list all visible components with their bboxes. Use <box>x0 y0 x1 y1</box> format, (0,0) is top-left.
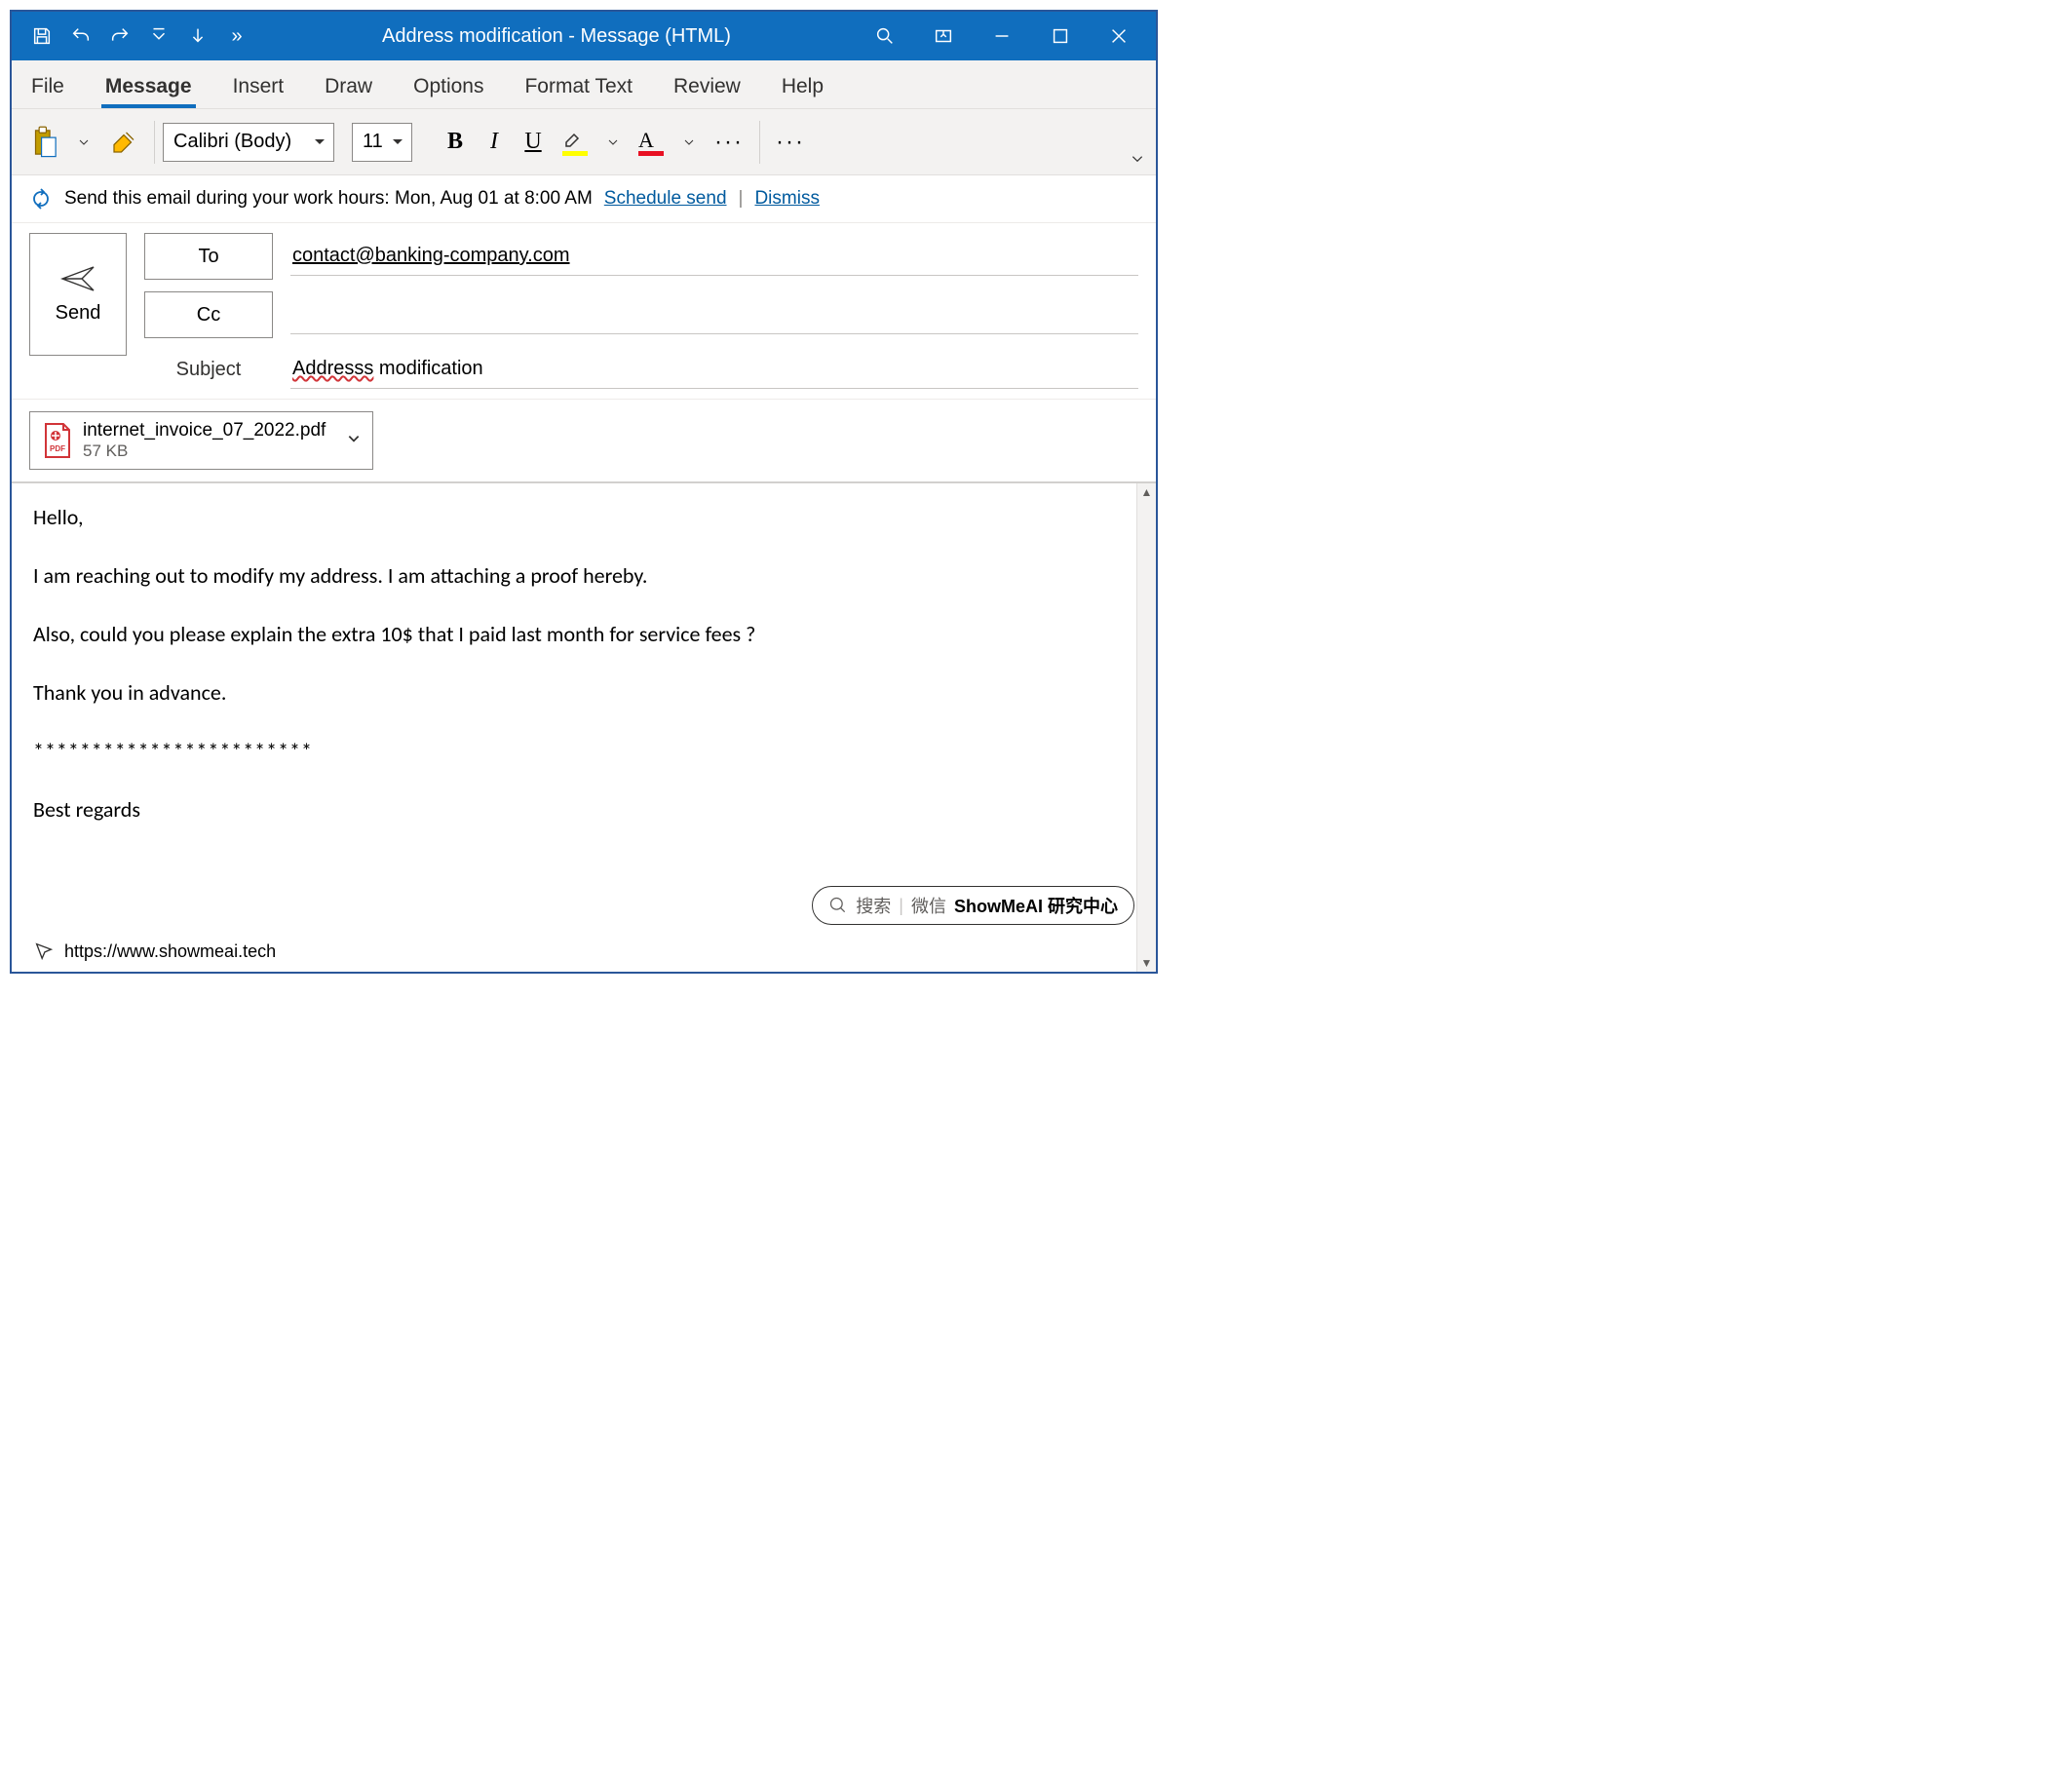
svg-text:PDF: PDF <box>50 444 65 453</box>
banner-separator: | <box>739 188 744 210</box>
save-icon[interactable] <box>25 19 58 53</box>
schedule-banner: Send this email during your work hours: … <box>12 175 1156 223</box>
body-line: Also, could you please explain the extra… <box>33 618 1134 651</box>
quick-access-toolbar: » <box>12 19 253 53</box>
subject-label: Subject <box>144 359 273 381</box>
tab-review[interactable]: Review <box>670 67 745 108</box>
font-name-combo[interactable] <box>163 123 334 162</box>
title-bar: » Address modification - Message (HTML) <box>12 12 1156 60</box>
qat-down-icon[interactable] <box>181 19 214 53</box>
highlight-dropdown[interactable] <box>599 121 627 164</box>
body-line: Thank you in advance. <box>33 676 1134 710</box>
underline-button[interactable]: U <box>516 121 551 164</box>
maximize-button[interactable] <box>1035 19 1086 53</box>
to-field[interactable]: contact@banking-company.com <box>290 237 1138 276</box>
attachments-area: PDF internet_invoice_07_2022.pdf 57 KB <box>12 400 1156 483</box>
message-body-area: Hello, I am reaching out to modify my ad… <box>12 483 1156 972</box>
ribbon-collapse-icon[interactable] <box>1131 152 1144 171</box>
message-header: Send To contact@banking-company.com Cc S… <box>12 223 1156 400</box>
schedule-send-link[interactable]: Schedule send <box>604 188 727 210</box>
close-button[interactable] <box>1094 19 1144 53</box>
font-color-button[interactable]: A <box>631 121 671 164</box>
attachment-size: 57 KB <box>83 442 326 461</box>
clock-icon <box>29 187 53 211</box>
attachment-name: internet_invoice_07_2022.pdf <box>83 420 326 442</box>
brand-label: ShowMeAI 研究中心 <box>954 893 1118 918</box>
scroll-down-icon[interactable]: ▼ <box>1138 954 1156 972</box>
tab-file[interactable]: File <box>27 67 68 108</box>
footer-link[interactable]: https://www.showmeai.tech <box>33 941 276 962</box>
tab-format-text[interactable]: Format Text <box>520 67 635 108</box>
scroll-up-icon[interactable]: ▲ <box>1138 483 1156 501</box>
outlook-compose-window: » Address modification - Message (HTML) … <box>10 10 1158 974</box>
cursor-icon <box>33 941 55 962</box>
body-line: I am reaching out to modify my address. … <box>33 559 1134 593</box>
message-body[interactable]: Hello, I am reaching out to modify my ad… <box>12 483 1156 870</box>
cc-button[interactable]: Cc <box>144 291 273 338</box>
highlight-swatch <box>562 151 588 156</box>
format-painter-icon[interactable] <box>101 121 146 164</box>
ribbon-tabs: File Message Insert Draw Options Format … <box>12 60 1156 109</box>
cc-field[interactable] <box>290 295 1138 334</box>
font-color-dropdown[interactable] <box>675 121 703 164</box>
redo-icon[interactable] <box>103 19 136 53</box>
qat-overflow[interactable]: » <box>220 19 253 53</box>
italic-button[interactable]: I <box>477 121 512 164</box>
dismiss-link[interactable]: Dismiss <box>754 188 820 210</box>
minimize-button[interactable] <box>977 19 1027 53</box>
search-icon <box>828 896 848 915</box>
banner-text: Send this email during your work hours: … <box>64 188 593 210</box>
window-title: Address modification - Message (HTML) <box>253 25 860 48</box>
tab-message[interactable]: Message <box>101 67 196 108</box>
ribbon: B I U A ··· ··· <box>12 109 1156 175</box>
tab-help[interactable]: Help <box>778 67 827 108</box>
more-commands[interactable]: ··· <box>768 121 813 164</box>
search-icon[interactable] <box>860 19 910 53</box>
paste-button[interactable] <box>21 121 66 164</box>
more-formatting[interactable]: ··· <box>707 121 751 164</box>
bold-button[interactable]: B <box>438 121 473 164</box>
body-line: Best regards <box>33 793 1134 826</box>
attachment-item[interactable]: PDF internet_invoice_07_2022.pdf 57 KB <box>29 411 373 470</box>
wechat-label: 微信 <box>911 893 946 918</box>
font-size-combo[interactable] <box>352 123 412 162</box>
body-line: ************************ <box>33 735 1134 768</box>
body-line: Hello, <box>33 501 1134 534</box>
paste-dropdown[interactable] <box>70 121 97 164</box>
subject-field[interactable]: Addresss modification <box>290 350 1138 389</box>
tab-options[interactable]: Options <box>409 67 487 108</box>
vertical-scrollbar[interactable]: ▲ ▼ <box>1136 483 1156 972</box>
highlight-button[interactable] <box>555 121 595 164</box>
qat-dropdown-icon[interactable] <box>142 19 175 53</box>
ribbon-display-icon[interactable] <box>918 19 969 53</box>
to-button[interactable]: To <box>144 233 273 280</box>
send-button[interactable]: Send <box>29 233 127 356</box>
pdf-icon: PDF <box>42 422 73 459</box>
tab-draw[interactable]: Draw <box>321 67 376 108</box>
search-pill-overlay[interactable]: 搜索 | 微信 ShowMeAI 研究中心 <box>812 886 1134 925</box>
undo-icon[interactable] <box>64 19 97 53</box>
tab-insert[interactable]: Insert <box>229 67 288 108</box>
attachment-dropdown[interactable] <box>347 432 361 450</box>
search-label: 搜索 <box>856 893 891 918</box>
